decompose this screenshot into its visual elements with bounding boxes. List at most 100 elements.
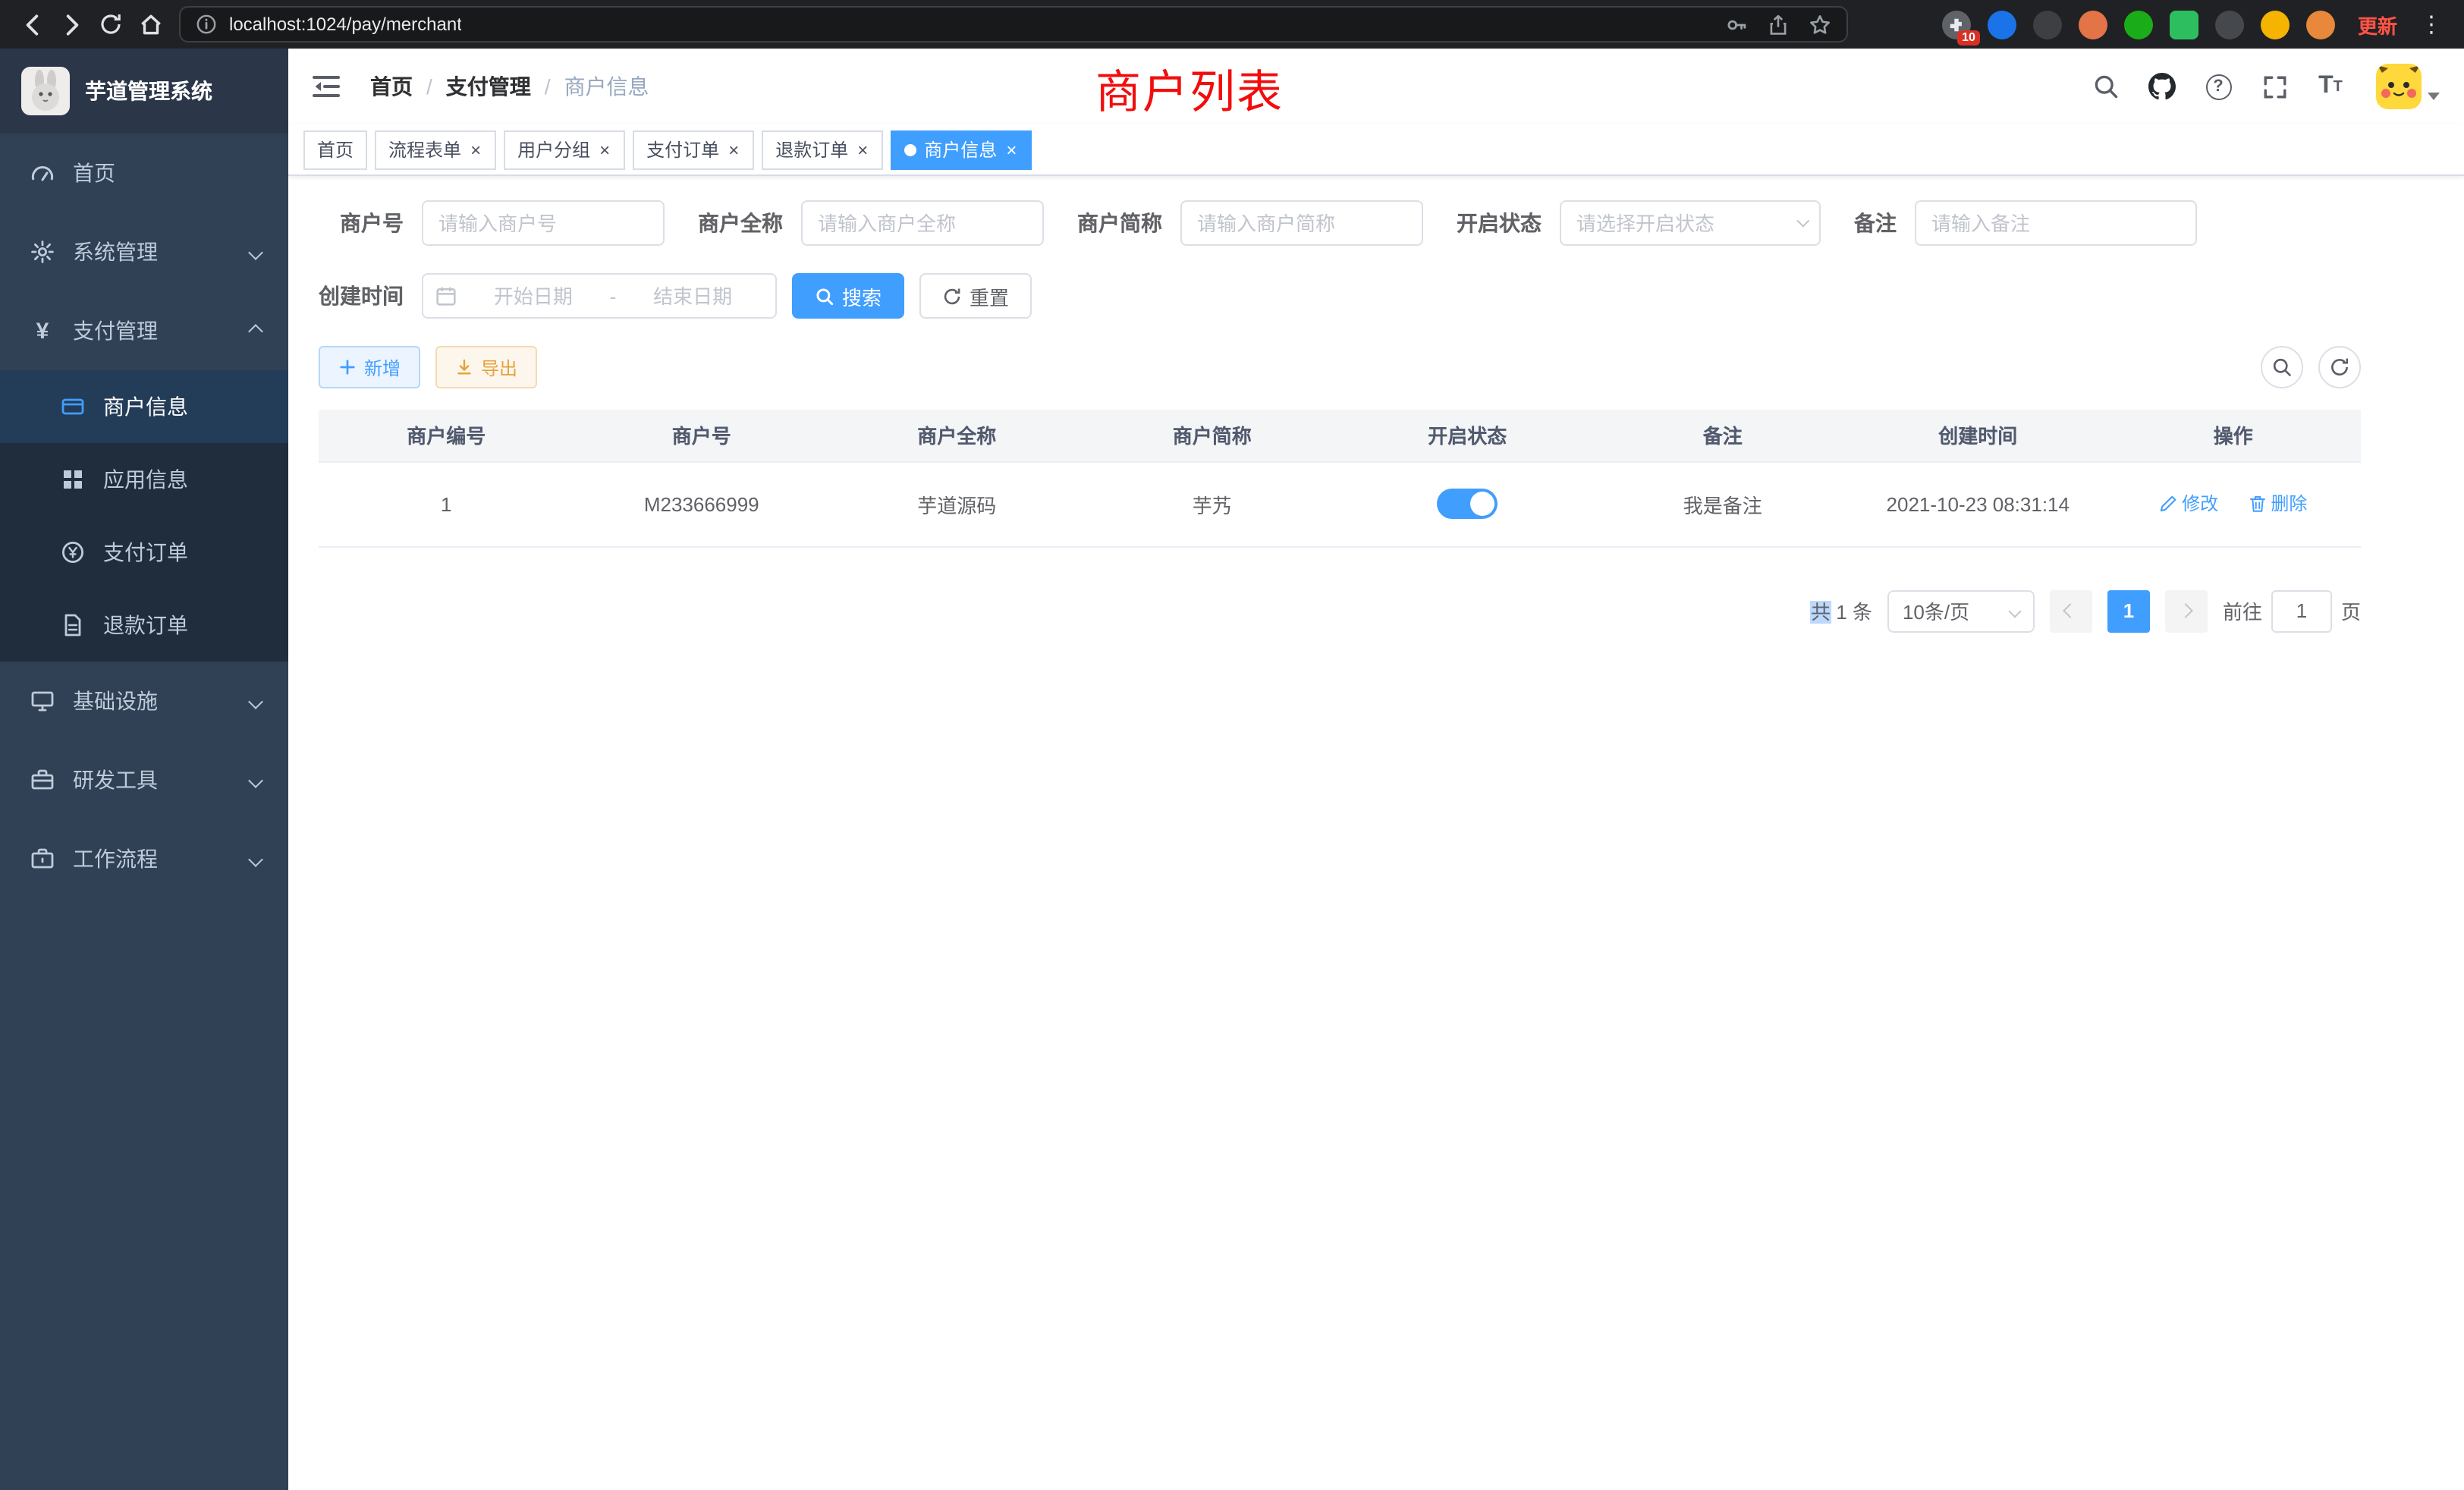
sidebar: 芋道管理系统 首页 系统管理 ¥ 支付管理 xyxy=(0,49,288,1490)
browser-update-button[interactable]: 更新 xyxy=(2358,10,2397,39)
address-bar[interactable]: localhost:1024/pay/merchant xyxy=(179,6,1848,42)
col-remark: 备注 xyxy=(1595,410,1851,461)
extension-icon[interactable] xyxy=(2033,10,2062,39)
browser-profile-avatar[interactable] xyxy=(2306,10,2335,39)
yen-icon: ¥ xyxy=(30,319,55,343)
breadcrumb-home[interactable]: 首页 xyxy=(370,71,413,102)
status-select[interactable] xyxy=(1560,200,1821,246)
refresh-icon[interactable] xyxy=(91,5,130,44)
tab-pay-order[interactable]: 支付订单 × xyxy=(633,130,754,169)
forward-icon[interactable] xyxy=(52,5,91,44)
date-separator: - xyxy=(610,284,617,307)
cell-status xyxy=(1340,461,1595,546)
font-size-icon[interactable]: TT xyxy=(2308,61,2353,112)
page-size-select[interactable]: 10条/页 xyxy=(1887,589,2035,632)
home-icon[interactable] xyxy=(130,5,170,44)
tab-merchant-info[interactable]: 商户信息 × xyxy=(891,130,1032,169)
goto-label: 前往 xyxy=(2223,596,2262,625)
merchant-no-label: 商户号 xyxy=(319,208,422,238)
sidebar-collapse-icon[interactable] xyxy=(310,71,343,102)
active-dot xyxy=(904,143,916,156)
sidebar-item-app-info[interactable]: 应用信息 xyxy=(0,443,288,516)
delete-link[interactable]: 删除 xyxy=(2248,491,2307,517)
goto-page-input[interactable] xyxy=(2271,589,2332,632)
sidebar-item-merchant-info[interactable]: 商户信息 xyxy=(0,370,288,443)
sidebar-item-workflow[interactable]: 工作流程 xyxy=(0,819,288,898)
search-icon[interactable] xyxy=(2083,61,2129,112)
calendar-icon xyxy=(435,285,457,306)
help-icon[interactable]: ? xyxy=(2195,61,2241,112)
tab-close-icon[interactable]: × xyxy=(1004,140,1018,159)
chevron-up-icon xyxy=(248,323,263,338)
fullscreen-icon[interactable] xyxy=(2252,61,2297,112)
tab-refund-order[interactable]: 退款订单 × xyxy=(762,130,883,169)
bookmark-star-icon[interactable] xyxy=(1809,13,1831,36)
sidebar-item-pay-orders[interactable]: 支付订单 xyxy=(0,516,288,589)
tab-process-form[interactable]: 流程表单 × xyxy=(375,130,496,169)
col-status: 开启状态 xyxy=(1340,410,1595,461)
tab-home[interactable]: 首页 xyxy=(303,130,367,169)
cell-merchant-id: 1 xyxy=(319,461,574,546)
start-date-input[interactable] xyxy=(463,284,604,307)
merchant-no-input[interactable] xyxy=(422,200,665,246)
sidebar-item-label: 支付管理 xyxy=(73,316,158,346)
navbar: 首页 / 支付管理 / 商户信息 ? xyxy=(288,49,2464,124)
status-toggle[interactable] xyxy=(1437,489,1498,519)
sidebar-item-devtools[interactable]: 研发工具 xyxy=(0,740,288,819)
pagination: 共 1 条 10条/页 1 前往 页 xyxy=(319,589,2361,632)
full-name-input[interactable] xyxy=(801,200,1044,246)
date-range-picker[interactable]: - xyxy=(422,273,777,319)
reset-button-label: 重置 xyxy=(970,281,1009,310)
prev-page-button[interactable] xyxy=(2050,589,2092,632)
tab-close-icon[interactable]: × xyxy=(856,140,869,159)
end-date-input[interactable] xyxy=(622,284,763,307)
omnibox-actions xyxy=(1725,13,1831,36)
sidebar-item-system[interactable]: 系统管理 xyxy=(0,212,288,291)
edit-link[interactable]: 修改 xyxy=(2159,491,2218,517)
extension-icon[interactable] xyxy=(2124,10,2153,39)
app-title: 芋道管理系统 xyxy=(85,76,212,106)
page-number-button[interactable]: 1 xyxy=(2107,589,2150,632)
short-name-input[interactable] xyxy=(1180,200,1423,246)
monitor-icon xyxy=(30,689,55,713)
tab-user-group[interactable]: 用户分组 × xyxy=(504,130,625,169)
cell-merchant-no: M233666999 xyxy=(574,461,830,546)
share-icon[interactable] xyxy=(1768,13,1789,36)
sidebar-item-home[interactable]: 首页 xyxy=(0,134,288,212)
breadcrumb-payment[interactable]: 支付管理 xyxy=(446,71,531,102)
back-icon[interactable] xyxy=(12,5,52,44)
export-button[interactable]: 导出 xyxy=(435,346,537,388)
browser-menu-icon[interactable]: ⋮ xyxy=(2414,11,2449,38)
add-button[interactable]: 新增 xyxy=(319,346,420,388)
user-menu[interactable] xyxy=(2376,64,2440,109)
extension-icon[interactable] xyxy=(2079,10,2107,39)
breadcrumb-separator: / xyxy=(545,74,551,99)
remark-input[interactable] xyxy=(1915,200,2197,246)
refund-order-icon xyxy=(61,613,85,637)
col-actions: 操作 xyxy=(2106,410,2362,461)
extension-icon[interactable] xyxy=(2215,10,2244,39)
logo[interactable]: 芋道管理系统 xyxy=(0,49,288,134)
refresh-table-icon[interactable] xyxy=(2318,346,2361,388)
reset-button[interactable]: 重置 xyxy=(919,273,1032,319)
tab-close-icon[interactable]: × xyxy=(727,140,740,159)
avatar[interactable] xyxy=(2376,64,2422,109)
extension-icon[interactable] xyxy=(2170,10,2198,39)
navbar-actions: ? TT xyxy=(2083,61,2440,112)
next-page-button[interactable] xyxy=(2165,589,2208,632)
caret-down-icon xyxy=(2428,93,2440,100)
password-key-icon[interactable] xyxy=(1725,13,1748,36)
filter-row-1: 商户号 商户全称 商户简称 开启状态 xyxy=(319,200,2361,246)
sidebar-item-payment[interactable]: ¥ 支付管理 xyxy=(0,291,288,370)
search-button[interactable]: 搜索 xyxy=(792,273,904,319)
site-info-icon[interactable] xyxy=(196,14,217,35)
tab-close-icon[interactable]: × xyxy=(598,140,611,159)
sidebar-item-refund-orders[interactable]: 退款订单 xyxy=(0,589,288,662)
sidebar-item-infra[interactable]: 基础设施 xyxy=(0,662,288,740)
extension-icon[interactable] xyxy=(2261,10,2290,39)
extension-icon[interactable] xyxy=(1988,10,2016,39)
github-icon[interactable] xyxy=(2139,61,2185,112)
extensions-puzzle-icon[interactable]: 10 xyxy=(1942,10,1971,39)
tab-close-icon[interactable]: × xyxy=(469,140,482,159)
show-search-toggle-icon[interactable] xyxy=(2261,346,2303,388)
